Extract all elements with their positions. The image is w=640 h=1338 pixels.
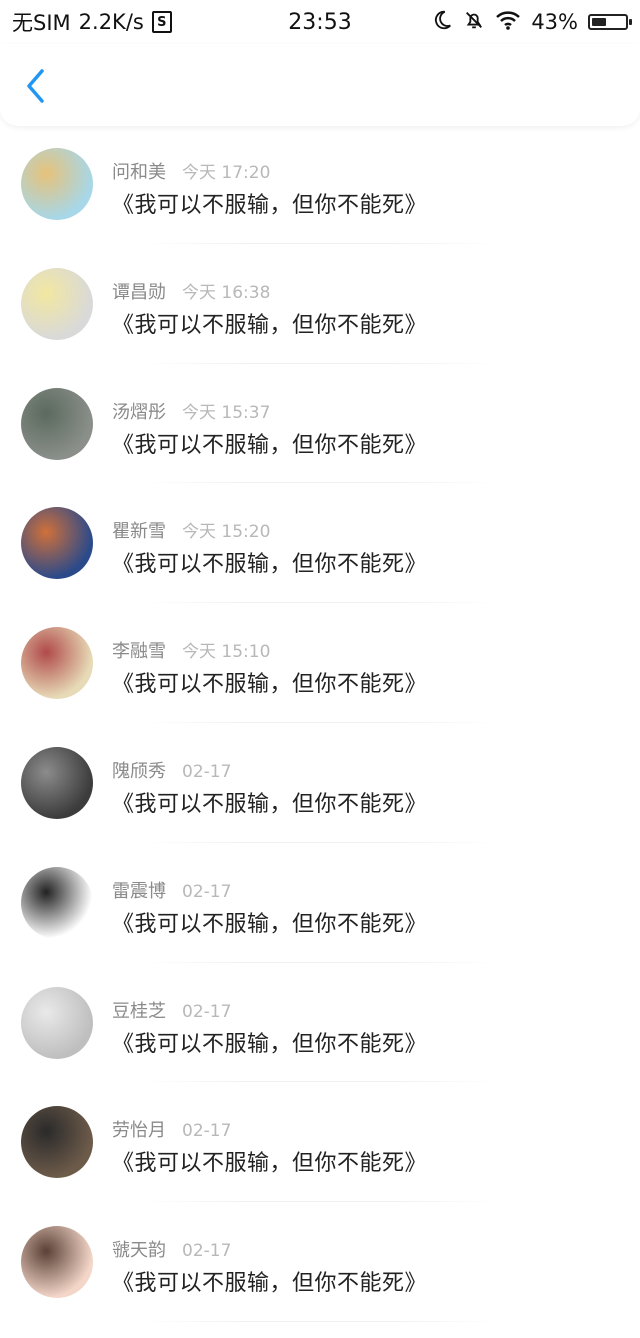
back-button[interactable] — [18, 68, 54, 108]
avatar[interactable] — [21, 148, 93, 220]
comment-meta: 虢天韵 02-17 — [112, 1236, 231, 1262]
divider — [140, 362, 500, 364]
commenter-name[interactable]: 隗颀秀 — [112, 757, 166, 783]
divider — [140, 841, 500, 843]
comment-text: 《我可以不服输，但你不能死》 — [112, 1271, 428, 1297]
comment-meta: 隗颀秀 02-17 — [112, 757, 231, 783]
comment-time: 02-17 — [182, 881, 232, 902]
avatar[interactable] — [21, 1226, 93, 1299]
comment-item[interactable]: 汤熠彤 今天 15:37 《我可以不服输，但你不能死》 — [0, 380, 640, 500]
comment-item[interactable]: 豆桂芝 02-17 《我可以不服输，但你不能死》 — [0, 979, 640, 1099]
comment-meta: 汤熠彤 今天 15:37 — [112, 398, 270, 424]
comment-time: 今天 15:20 — [182, 522, 271, 543]
top-header — [0, 44, 640, 126]
divider — [140, 1201, 500, 1203]
commenter-name[interactable]: 雷震博 — [112, 877, 166, 903]
comment-text: 《我可以不服输，但你不能死》 — [112, 791, 428, 817]
avatar[interactable] — [21, 746, 93, 819]
comment-meta: 问和美 今天 17:20 — [112, 158, 270, 184]
comment-time: 今天 17:20 — [182, 163, 271, 183]
commenter-name[interactable]: 瞿新雪 — [112, 517, 166, 543]
comment-text: 《我可以不服输，但你不能死》 — [112, 672, 428, 698]
comment-item[interactable]: 李融雪 今天 15:10 《我可以不服输，但你不能死》 — [0, 619, 640, 739]
avatar[interactable] — [21, 507, 93, 580]
commenter-name[interactable]: 豆桂芝 — [112, 997, 166, 1023]
comment-text: 《我可以不服输，但你不能死》 — [112, 312, 428, 338]
commenter-name[interactable]: 问和美 — [112, 158, 166, 184]
commenter-name[interactable]: 谭昌勋 — [112, 278, 166, 304]
divider — [140, 242, 500, 244]
comment-time: 02-17 — [182, 1121, 232, 1142]
battery-icon — [588, 14, 632, 30]
status-bar: 无SIM 2.2K/s S 23:53 43% — [0, 0, 640, 44]
battery-fill — [592, 18, 606, 26]
commenter-name[interactable]: 虢天韵 — [112, 1236, 166, 1262]
avatar[interactable] — [21, 267, 93, 340]
commenter-name[interactable]: 劳怡月 — [112, 1116, 166, 1142]
bell-off-icon — [463, 9, 485, 36]
comment-meta: 谭昌勋 今天 16:38 — [112, 278, 270, 304]
divider — [140, 602, 500, 604]
avatar[interactable] — [21, 387, 93, 460]
comment-item[interactable]: 劳怡月 02-17 《我可以不服输，但你不能死》 — [0, 1098, 640, 1218]
comment-time: 今天 16:38 — [182, 282, 271, 303]
comment-text: 《我可以不服输，但你不能死》 — [112, 432, 428, 458]
avatar[interactable] — [21, 627, 93, 700]
status-right: 43% — [431, 9, 640, 36]
carrier-label: 无SIM — [12, 11, 71, 35]
comment-item[interactable]: 雷震博 02-17 《我可以不服输，但你不能死》 — [0, 859, 640, 979]
divider — [140, 482, 500, 484]
comment-meta: 雷震博 02-17 — [112, 877, 231, 903]
comment-text: 《我可以不服输，但你不能死》 — [112, 911, 428, 937]
comment-meta: 李融雪 今天 15:10 — [112, 637, 270, 663]
comment-meta: 劳怡月 02-17 — [112, 1116, 231, 1142]
avatar[interactable] — [21, 986, 93, 1059]
comment-list: 问和美 今天 17:20 《我可以不服输，但你不能死》 谭昌勋 今天 16:38 《我可以… — [0, 140, 640, 1338]
comment-item[interactable]: 瞿新雪 今天 15:20 《我可以不服输，但你不能死》 — [0, 499, 640, 619]
comment-text: 《我可以不服输，但你不能死》 — [112, 552, 428, 578]
comment-time: 今天 15:37 — [182, 402, 271, 423]
avatar[interactable] — [21, 866, 93, 939]
avatar[interactable] — [21, 1106, 93, 1179]
comment-meta: 瞿新雪 今天 15:20 — [112, 517, 270, 543]
battery-percent: 43% — [531, 10, 578, 34]
comment-text: 《我可以不服输，但你不能死》 — [112, 193, 428, 218]
comment-time: 02-17 — [182, 761, 232, 782]
sim-icon: S — [151, 11, 172, 33]
commenter-name[interactable]: 李融雪 — [112, 637, 166, 663]
comment-meta: 豆桂芝 02-17 — [112, 997, 231, 1023]
wifi-icon — [495, 9, 521, 36]
comment-item[interactable]: 谭昌勋 今天 16:38 《我可以不服输，但你不能死》 — [0, 260, 640, 380]
sim-icon-letter: S — [157, 14, 167, 30]
comment-time: 02-17 — [182, 1001, 232, 1022]
divider — [140, 721, 500, 723]
chevron-left-icon — [26, 69, 46, 107]
divider — [140, 961, 500, 963]
comment-time: 今天 15:10 — [182, 642, 271, 663]
comment-item[interactable]: 问和美 今天 17:20 《我可以不服输，但你不能死》 — [0, 140, 640, 260]
network-speed: 2.2K/s — [78, 10, 144, 34]
divider — [140, 1081, 500, 1083]
comment-time: 02-17 — [182, 1241, 232, 1262]
comment-item[interactable]: 隗颀秀 02-17 《我可以不服输，但你不能死》 — [0, 739, 640, 859]
moon-icon — [431, 9, 453, 36]
comment-item[interactable]: 虢天韵 02-17 《我可以不服输，但你不能死》 — [0, 1218, 640, 1338]
comment-text: 《我可以不服输，但你不能死》 — [112, 1031, 428, 1057]
comment-text: 《我可以不服输，但你不能死》 — [112, 1151, 428, 1177]
commenter-name[interactable]: 汤熠彤 — [112, 398, 166, 424]
status-left: 无SIM 2.2K/s S — [0, 7, 172, 37]
divider — [140, 1320, 500, 1322]
